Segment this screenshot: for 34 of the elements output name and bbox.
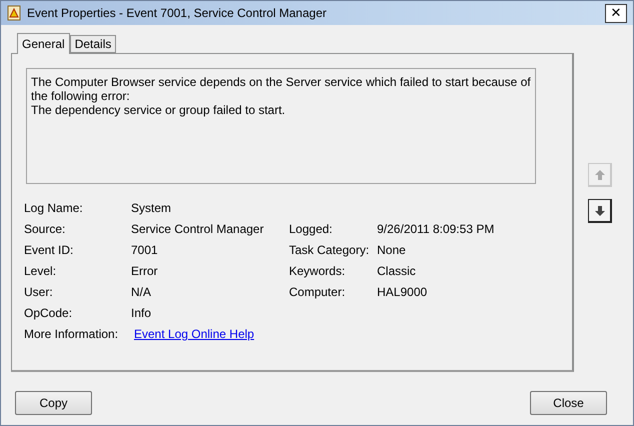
field-label: Source: [24,222,66,236]
field-label: Logged: [289,222,334,236]
message-text: The Computer Browser service depends on the Server service which failed to start because of the following error: [31,75,531,103]
event-log-icon [7,5,21,21]
field-value: None [377,243,407,257]
field-label: User: [24,285,54,299]
help-link[interactable]: Event Log Online Help [134,327,254,341]
field-value: HAL9000 [377,285,428,299]
field-value: N/A [131,285,152,299]
field-label: OpCode: [24,306,74,320]
field-label: Keywords: [289,264,346,278]
field-value: System [131,201,172,215]
field-label: Task Category: [289,243,370,257]
close-button[interactable]: ✕ [605,4,627,22]
field-value: 7001 [131,243,159,257]
field-label: Log Name: [24,201,84,215]
tab[interactable]: General [17,33,70,54]
field-value: 9/26/2011 8:09:53 PM [377,222,496,236]
up-arrow-icon [594,168,606,180]
window-title: Event Properties - Event 7001, Service Control Manager [27,6,328,20]
field-value: Info [131,306,152,320]
close-dialog-button[interactable]: Close [530,391,607,415]
tab[interactable]: Details [70,35,116,53]
field-label: Level: [24,264,58,278]
down-arrow-icon [594,204,606,216]
field-label: Event ID: [24,243,74,257]
message-text: The dependency service or group failed to start. [31,103,286,117]
copy-button[interactable]: Copy [15,391,92,415]
field-label: More Information: [24,327,120,341]
field-label: Computer: [289,285,346,299]
field-value: Classic [377,264,417,278]
field-value: Service Control Manager [131,222,265,236]
field-value: Error [131,264,159,278]
next-event-button[interactable] [588,199,612,223]
